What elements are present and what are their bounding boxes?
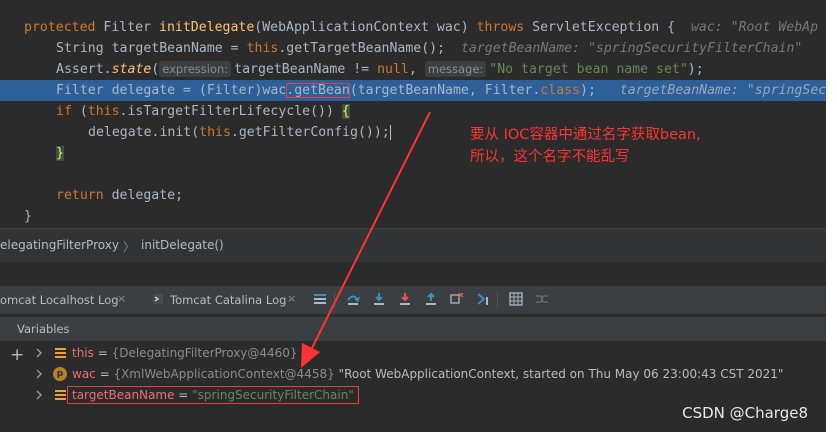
annotation-note: 要从 IOC容器中通过名字获取bean, 所以，这个名字不能乱写 bbox=[470, 127, 701, 165]
csdn-watermark: CSDN @Charge8 bbox=[682, 404, 808, 422]
annotation-arrow bbox=[301, 111, 431, 368]
ide-window: protected Filter initDelegate(WebApplica… bbox=[0, 0, 826, 432]
